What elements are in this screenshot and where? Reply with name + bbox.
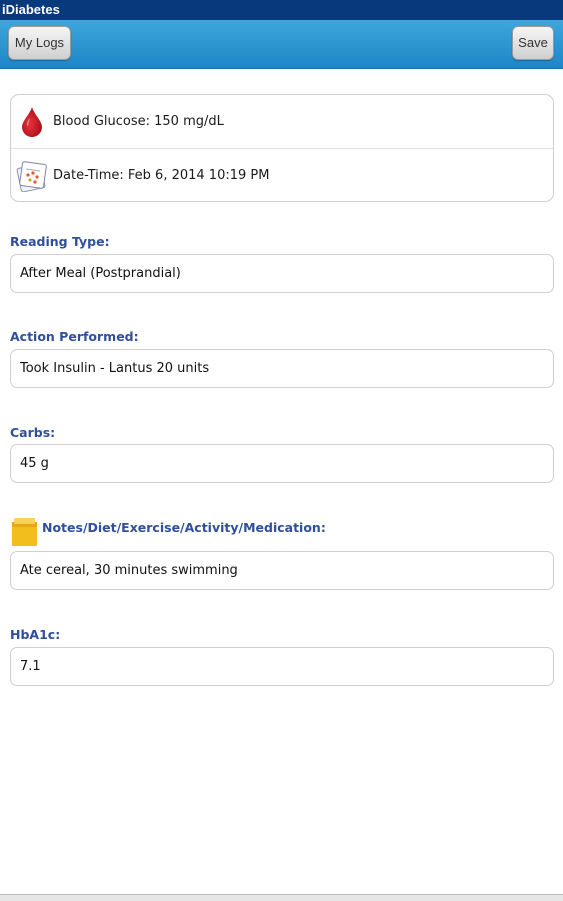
reading-type-label: Reading Type: xyxy=(10,234,110,249)
calendar-icon xyxy=(11,156,53,196)
carbs-field[interactable]: 45 g xyxy=(10,444,554,483)
blood-glucose-row[interactable]: Blood Glucose: 150 mg/dL xyxy=(11,95,553,148)
carbs-label: Carbs: xyxy=(10,425,56,440)
toolbar: My Logs Save xyxy=(0,20,563,69)
my-logs-button[interactable]: My Logs xyxy=(8,26,71,60)
date-time-text: Date-Time: Feb 6, 2014 10:19 PM xyxy=(53,168,270,183)
hba1c-field[interactable]: 7.1 xyxy=(10,647,554,686)
hba1c-label: HbA1c: xyxy=(10,627,61,642)
notes-field[interactable]: Ate cereal, 30 minutes swimming xyxy=(10,551,554,590)
blood-drop-icon xyxy=(11,102,53,142)
action-performed-label: Action Performed: xyxy=(10,329,139,344)
sticky-note-icon xyxy=(11,517,38,547)
app-title: iDiabetes xyxy=(2,2,60,17)
date-time-row[interactable]: Date-Time: Feb 6, 2014 10:19 PM xyxy=(11,149,553,202)
summary-card: Blood Glucose: 150 mg/dL Date-Time: Feb … xyxy=(10,94,554,202)
blood-glucose-text: Blood Glucose: 150 mg/dL xyxy=(53,114,224,129)
app-title-bar: iDiabetes xyxy=(0,0,563,20)
reading-type-field[interactable]: After Meal (Postprandial) xyxy=(10,254,554,293)
save-button[interactable]: Save xyxy=(512,26,554,60)
action-performed-field[interactable]: Took Insulin - Lantus 20 units xyxy=(10,349,554,388)
notes-label: Notes/Diet/Exercise/Activity/Medication: xyxy=(42,520,326,535)
